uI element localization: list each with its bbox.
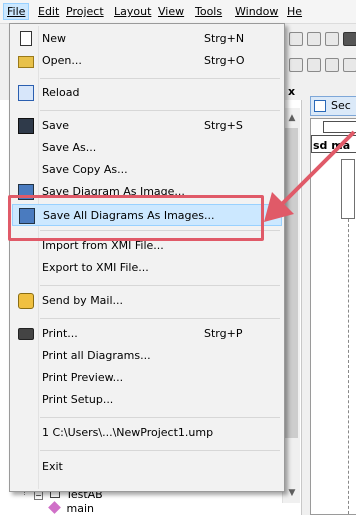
lifeline-dashed: [348, 219, 349, 515]
scroll-up-arrow-icon[interactable]: ▲: [283, 110, 301, 126]
print-toolbar-icon[interactable]: [343, 32, 356, 46]
menu-item-print-setup[interactable]: Print Setup...: [12, 389, 282, 411]
menu-item-label: Print all Diagrams...: [42, 349, 151, 362]
highlight-callout-box: [8, 195, 264, 241]
menu-separator: [40, 285, 280, 286]
tree-item-main[interactable]: main: [48, 501, 94, 515]
close-panel-icon[interactable]: x: [288, 85, 295, 98]
menu-separator: [40, 417, 280, 418]
menu-help[interactable]: He: [287, 5, 302, 18]
menu-item-label: Export to XMI File...: [42, 261, 149, 274]
menu-tools-label: Tools: [195, 5, 223, 18]
menu-item-export-xmi[interactable]: Export to XMI File...: [12, 257, 282, 279]
menu-item-label: Print...: [42, 327, 78, 340]
menu-layout[interactable]: Layout: [114, 5, 151, 18]
menu-item-label: New: [42, 32, 66, 45]
menu-layout-label: Layout: [114, 5, 152, 18]
menu-item-label: Exit: [42, 460, 63, 473]
menu-view-label: View: [158, 5, 185, 18]
menu-item-shortcut: Strg+O: [204, 54, 245, 67]
menu-item-save-copy-as[interactable]: Save Copy As...: [12, 159, 282, 181]
distribute-icon[interactable]: [325, 58, 339, 72]
menu-item-exit[interactable]: Exit: [12, 456, 282, 478]
new-document-icon: [20, 31, 32, 46]
menu-view[interactable]: View: [158, 5, 184, 18]
menu-window-label: Window: [235, 5, 279, 18]
menu-edit[interactable]: Edit: [38, 5, 59, 18]
line-tool-icon[interactable]: [343, 58, 356, 72]
menu-bar: File Edit Project Layout View Tools Wind…: [0, 0, 356, 24]
menu-project-label: Project: [66, 5, 104, 18]
menu-item-save-as[interactable]: Save As...: [12, 137, 282, 159]
menu-item-new[interactable]: New Strg+N: [12, 28, 282, 50]
menu-item-shortcut: Strg+N: [204, 32, 245, 45]
diagram-tab-label: Sec: [331, 99, 351, 112]
menu-separator: [40, 450, 280, 451]
open-folder-icon: [18, 56, 34, 68]
tree-item-label: main: [66, 502, 94, 515]
menu-file[interactable]: File: [3, 3, 30, 20]
menu-item-recent-file-1[interactable]: 1 C:\Users\...\NewProject1.ump: [12, 422, 282, 444]
align-left-icon[interactable]: [289, 58, 303, 72]
save-disk-icon: [18, 118, 34, 134]
menu-item-shortcut: Strg+P: [204, 327, 243, 340]
menu-item-print-preview[interactable]: Print Preview...: [12, 367, 282, 389]
menu-item-label: Open...: [42, 54, 82, 67]
scroll-down-arrow-icon[interactable]: ▼: [283, 485, 301, 501]
menu-item-shortcut: Strg+S: [204, 119, 243, 132]
menu-item-label: Save: [42, 119, 70, 132]
sequence-diagram-icon: [314, 100, 326, 112]
expand-icon[interactable]: −: [34, 491, 43, 500]
diagram-tab[interactable]: Sec: [310, 96, 356, 116]
printer-icon: [18, 328, 34, 340]
cut-icon[interactable]: [289, 32, 303, 46]
menu-separator: [40, 318, 280, 319]
menu-item-print-all-diagrams[interactable]: Print all Diagrams...: [12, 345, 282, 367]
mail-icon: [18, 293, 34, 309]
app-window: File Edit Project Layout View Tools Wind…: [0, 0, 356, 515]
menu-item-save[interactable]: Save Strg+S: [12, 115, 282, 137]
align-center-icon[interactable]: [307, 58, 321, 72]
menu-tools[interactable]: Tools: [195, 5, 222, 18]
menu-item-label: Save As...: [42, 141, 97, 154]
menu-item-label: Print Preview...: [42, 371, 124, 384]
operation-icon: [48, 501, 61, 514]
menu-window[interactable]: Window: [235, 5, 278, 18]
menu-project[interactable]: Project: [66, 5, 104, 18]
copy-icon[interactable]: [307, 32, 321, 46]
menu-item-label: 1 C:\Users\...\NewProject1.ump: [42, 426, 214, 439]
menu-item-send-by-mail[interactable]: Send by Mail...: [12, 290, 282, 312]
file-menu-dropdown: New Strg+N Open... Strg+O Reload Save St…: [9, 23, 285, 492]
menu-separator: [40, 78, 280, 79]
menu-item-label: Send by Mail...: [42, 294, 124, 307]
menu-item-label: Print Setup...: [42, 393, 114, 406]
menu-item-reload[interactable]: Reload: [12, 82, 282, 104]
menu-edit-label: Edit: [38, 5, 60, 18]
paste-icon[interactable]: [325, 32, 339, 46]
toolbar-layout: [285, 52, 356, 78]
menu-file-label: File: [7, 5, 26, 18]
menu-help-label: He: [287, 5, 303, 18]
menu-item-open[interactable]: Open... Strg+O: [12, 50, 282, 72]
toolbar-standard: [285, 26, 356, 52]
reload-icon: [18, 85, 34, 101]
menu-item-label: Save Copy As...: [42, 163, 128, 176]
menu-item-print[interactable]: Print... Strg+P: [12, 323, 282, 345]
callout-arrow-icon: [264, 130, 356, 222]
menu-separator: [40, 110, 280, 111]
menu-item-label: Reload: [42, 86, 80, 99]
